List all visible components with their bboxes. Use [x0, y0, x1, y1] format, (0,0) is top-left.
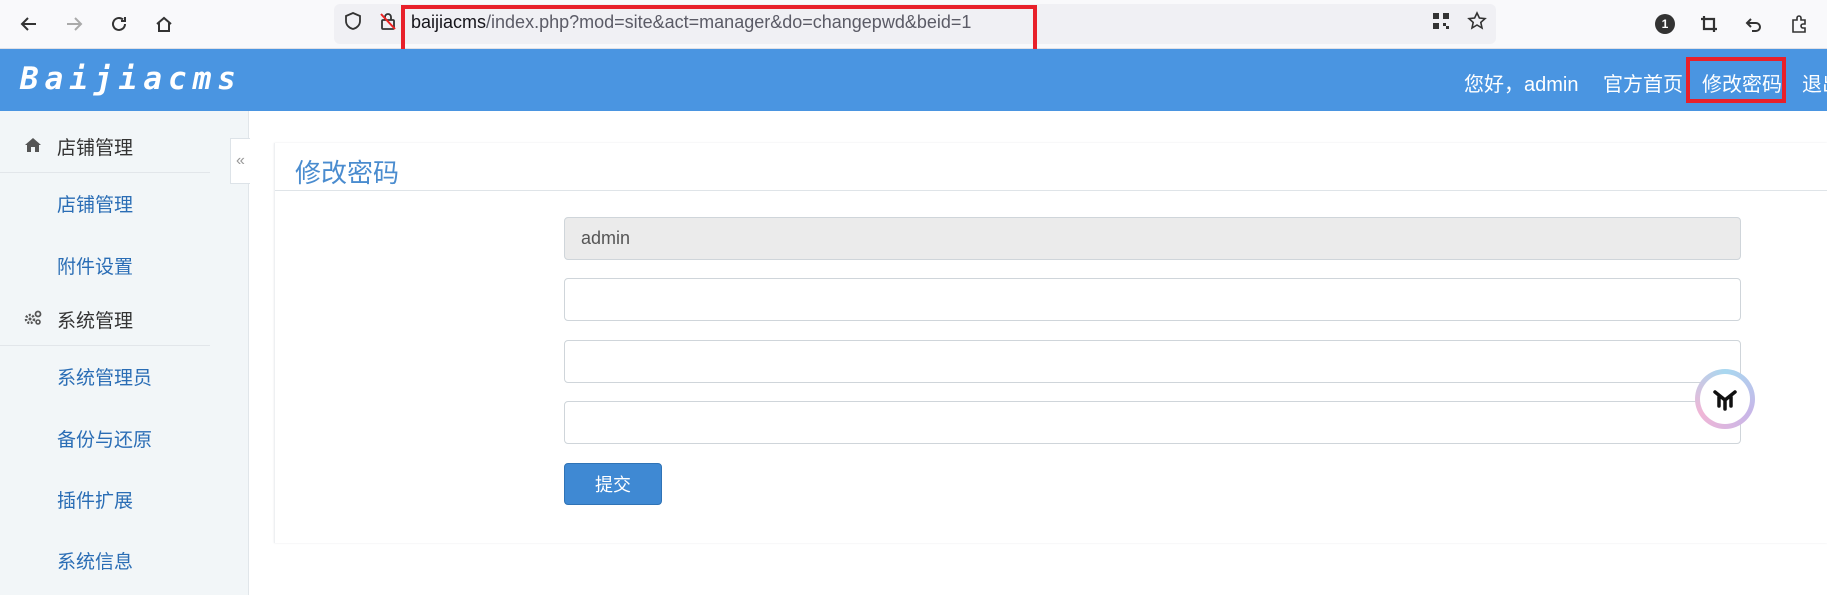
reload-button[interactable] — [104, 9, 134, 39]
floating-assistant-button[interactable] — [1695, 369, 1755, 429]
sidebar-section-shop[interactable]: 店铺管理 — [0, 117, 210, 173]
extension-badge-icon[interactable]: 1 — [1650, 9, 1680, 39]
logout-link[interactable]: 退出 — [1802, 68, 1827, 97]
greeting-text: 您好，admin — [1464, 74, 1579, 96]
app-header: Baijiacms 您好，admin 官方首页 修改密码 退出 — [0, 49, 1827, 111]
double-chevron-left-icon: « — [236, 152, 245, 169]
house-icon — [156, 16, 172, 32]
sidebar-item-plugin-extensions[interactable]: 插件扩展 — [57, 486, 133, 513]
back-button[interactable] — [14, 9, 44, 39]
sidebar-item-shop-management[interactable]: 店铺管理 — [57, 190, 133, 217]
username-field: admin — [564, 217, 1741, 260]
arrow-left-icon — [20, 17, 36, 31]
page-title: 修改密码 — [295, 158, 400, 188]
official-home-link[interactable]: 官方首页 — [1603, 68, 1683, 97]
undo-arrow-icon[interactable] — [1738, 9, 1768, 39]
shield-icon[interactable] — [342, 10, 364, 32]
sidebar-section-label: 店铺管理 — [57, 138, 134, 159]
crop-icon[interactable] — [1694, 9, 1724, 39]
extensions-puzzle-icon[interactable] — [1784, 9, 1814, 39]
sidebar-item-attachment-settings[interactable]: 附件设置 — [57, 252, 133, 279]
submit-button[interactable]: 提交 — [564, 463, 662, 505]
sidebar: 店铺管理 店铺管理 附件设置 系统管理 系统管理员 备份与还原 插件扩展 系统信… — [0, 111, 249, 595]
app-logo[interactable]: Baijiacms — [20, 61, 242, 97]
title-divider — [275, 190, 1827, 191]
reload-icon — [112, 16, 126, 31]
star-bookmark-icon[interactable] — [1466, 10, 1488, 32]
sidebar-item-backup-restore[interactable]: 备份与还原 — [57, 425, 152, 452]
arrow-right-icon — [67, 17, 83, 31]
insecure-lock-icon[interactable] — [377, 10, 399, 32]
forward-button[interactable] — [59, 9, 89, 39]
sidebar-item-system-admins[interactable]: 系统管理员 — [57, 363, 152, 390]
sidebar-collapse-button[interactable]: « — [230, 138, 250, 184]
new-password-field[interactable] — [564, 340, 1741, 383]
sidebar-section-label: 系统管理 — [57, 311, 134, 332]
sidebar-item-system-info[interactable]: 系统信息 — [57, 547, 133, 574]
browser-toolbar: baijiacms/index.php?mod=site&act=manager… — [0, 0, 1827, 58]
home-button[interactable] — [149, 9, 179, 39]
change-password-highlight-box — [1686, 57, 1786, 103]
extension-badge-count: 1 — [1655, 14, 1675, 34]
home-icon — [24, 136, 42, 154]
qr-code-icon[interactable] — [1430, 10, 1452, 32]
gears-icon — [24, 309, 42, 327]
change-password-panel: 修改密码 用户名: admin 原密码: 新密码: 确认密码: 提交 — [274, 143, 1827, 543]
old-password-field[interactable] — [564, 278, 1741, 321]
assistant-logo-icon — [1700, 374, 1750, 424]
confirm-password-field[interactable] — [564, 401, 1741, 444]
sidebar-section-system[interactable]: 系统管理 — [0, 290, 210, 346]
